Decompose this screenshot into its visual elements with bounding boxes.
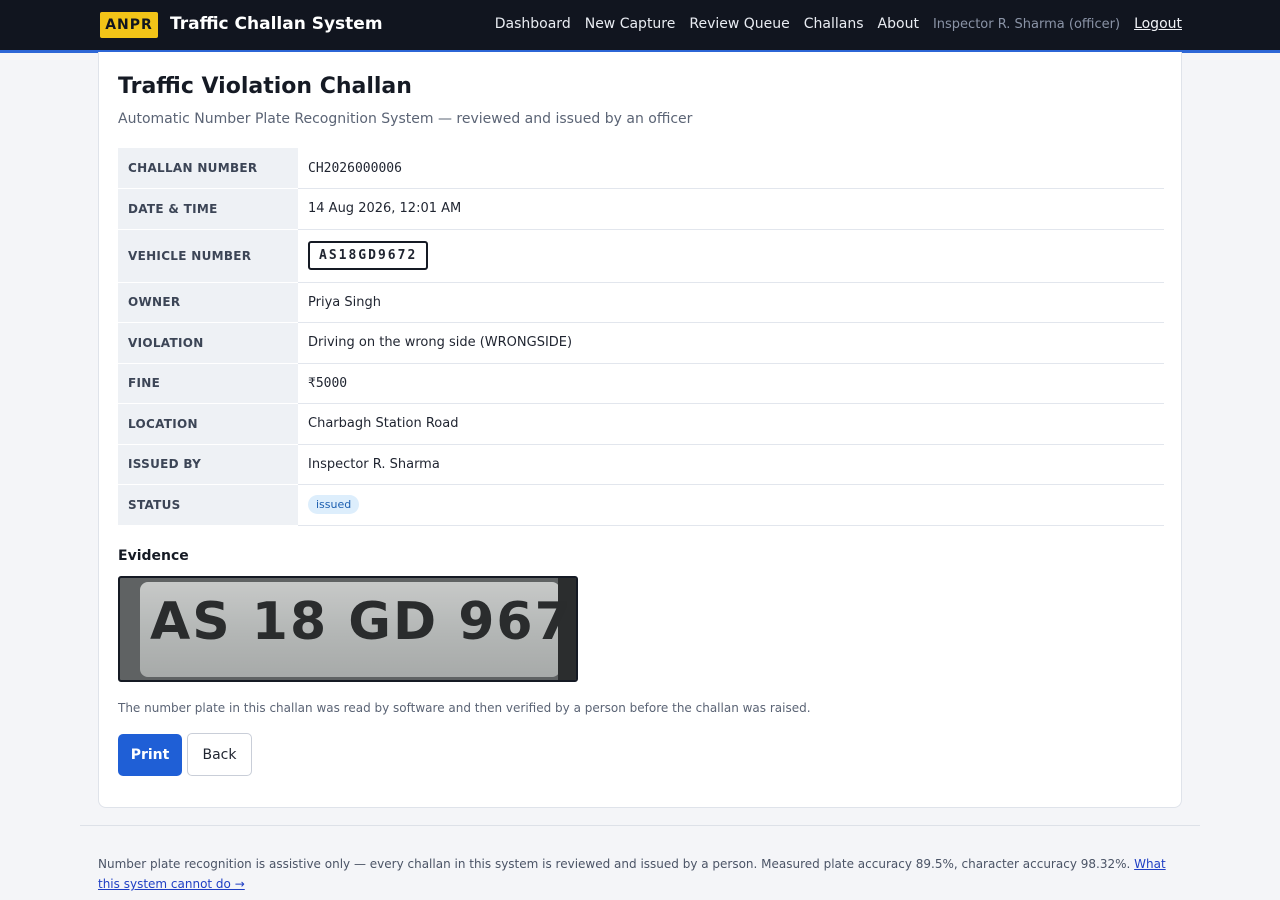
challan-details-table: CHALLAN NUMBER CH2026000006 DATE & TIME … (118, 148, 1164, 526)
brand-logo-badge[interactable]: ANPR (100, 12, 158, 38)
status-badge: issued (308, 495, 360, 515)
nav-dashboard[interactable]: Dashboard (495, 16, 571, 32)
page-subtitle: Automatic Number Plate Recognition Syste… (118, 111, 693, 127)
vehicle-plate-display: AS18GD9672 (308, 241, 429, 270)
footer-disclaimer: Number plate recognition is assistive on… (98, 854, 1178, 894)
nav-review-queue[interactable]: Review Queue (689, 16, 789, 32)
status-cell: issued (298, 484, 1164, 526)
violation-value: Driving on the wrong side (WRONGSIDE) (298, 322, 1164, 364)
date-time-value: 14 Aug 2026, 12:01 AM (298, 188, 1164, 230)
footer-divider (80, 825, 1200, 826)
table-row: CHALLAN NUMBER CH2026000006 (118, 148, 1164, 189)
row-label: FINE (118, 363, 298, 404)
table-row: OWNER Priya Singh (118, 282, 1164, 323)
nav-new-capture[interactable]: New Capture (585, 16, 676, 32)
table-row: DATE & TIME 14 Aug 2026, 12:01 AM (118, 188, 1164, 230)
row-label: VEHICLE NUMBER (118, 229, 298, 283)
footer-text: Number plate recognition is assistive on… (98, 857, 1135, 871)
challan-number-value: CH2026000006 (298, 148, 1164, 189)
issued-by-value: Inspector R. Sharma (298, 444, 1164, 485)
page-title: Traffic Violation Challan (118, 74, 412, 99)
row-label: ISSUED BY (118, 444, 298, 485)
current-user: Inspector R. Sharma (officer) (932, 16, 1121, 32)
evidence-plate-image: AS 18 GD 9672 (118, 576, 578, 682)
row-label: LOCATION (118, 403, 298, 445)
vehicle-number-cell: AS18GD9672 (298, 229, 1164, 283)
table-row: STATUS issued (118, 484, 1164, 526)
row-label: VIOLATION (118, 322, 298, 364)
table-row: ISSUED BY Inspector R. Sharma (118, 444, 1164, 485)
fine-value: ₹5000 (298, 363, 1164, 404)
top-navbar: ANPR Traffic Challan System Dashboard Ne… (0, 0, 1280, 53)
row-label: DATE & TIME (118, 188, 298, 230)
print-button[interactable]: Print (118, 734, 182, 776)
challan-card: Traffic Violation Challan Automatic Numb… (98, 52, 1182, 808)
evidence-heading: Evidence (118, 548, 189, 564)
location-value: Charbagh Station Road (298, 403, 1164, 445)
verification-note: The number plate in this challan was rea… (118, 701, 811, 715)
brand-title[interactable]: Traffic Challan System (170, 14, 383, 34)
nav-about[interactable]: About (878, 16, 919, 32)
logout-link[interactable]: Logout (1134, 16, 1182, 32)
table-row: LOCATION Charbagh Station Road (118, 403, 1164, 445)
row-label: OWNER (118, 282, 298, 323)
row-label: CHALLAN NUMBER (118, 148, 298, 189)
table-row: VIOLATION Driving on the wrong side (WRO… (118, 322, 1164, 364)
owner-value: Priya Singh (298, 282, 1164, 323)
main-nav: Dashboard New Capture Review Queue Chall… (495, 16, 1182, 32)
evidence-plate-text: AS 18 GD 9672 (150, 592, 578, 652)
back-button[interactable]: Back (187, 733, 252, 776)
table-row: FINE ₹5000 (118, 363, 1164, 404)
row-label: STATUS (118, 484, 298, 526)
nav-challans[interactable]: Challans (804, 16, 864, 32)
table-row: VEHICLE NUMBER AS18GD9672 (118, 229, 1164, 283)
